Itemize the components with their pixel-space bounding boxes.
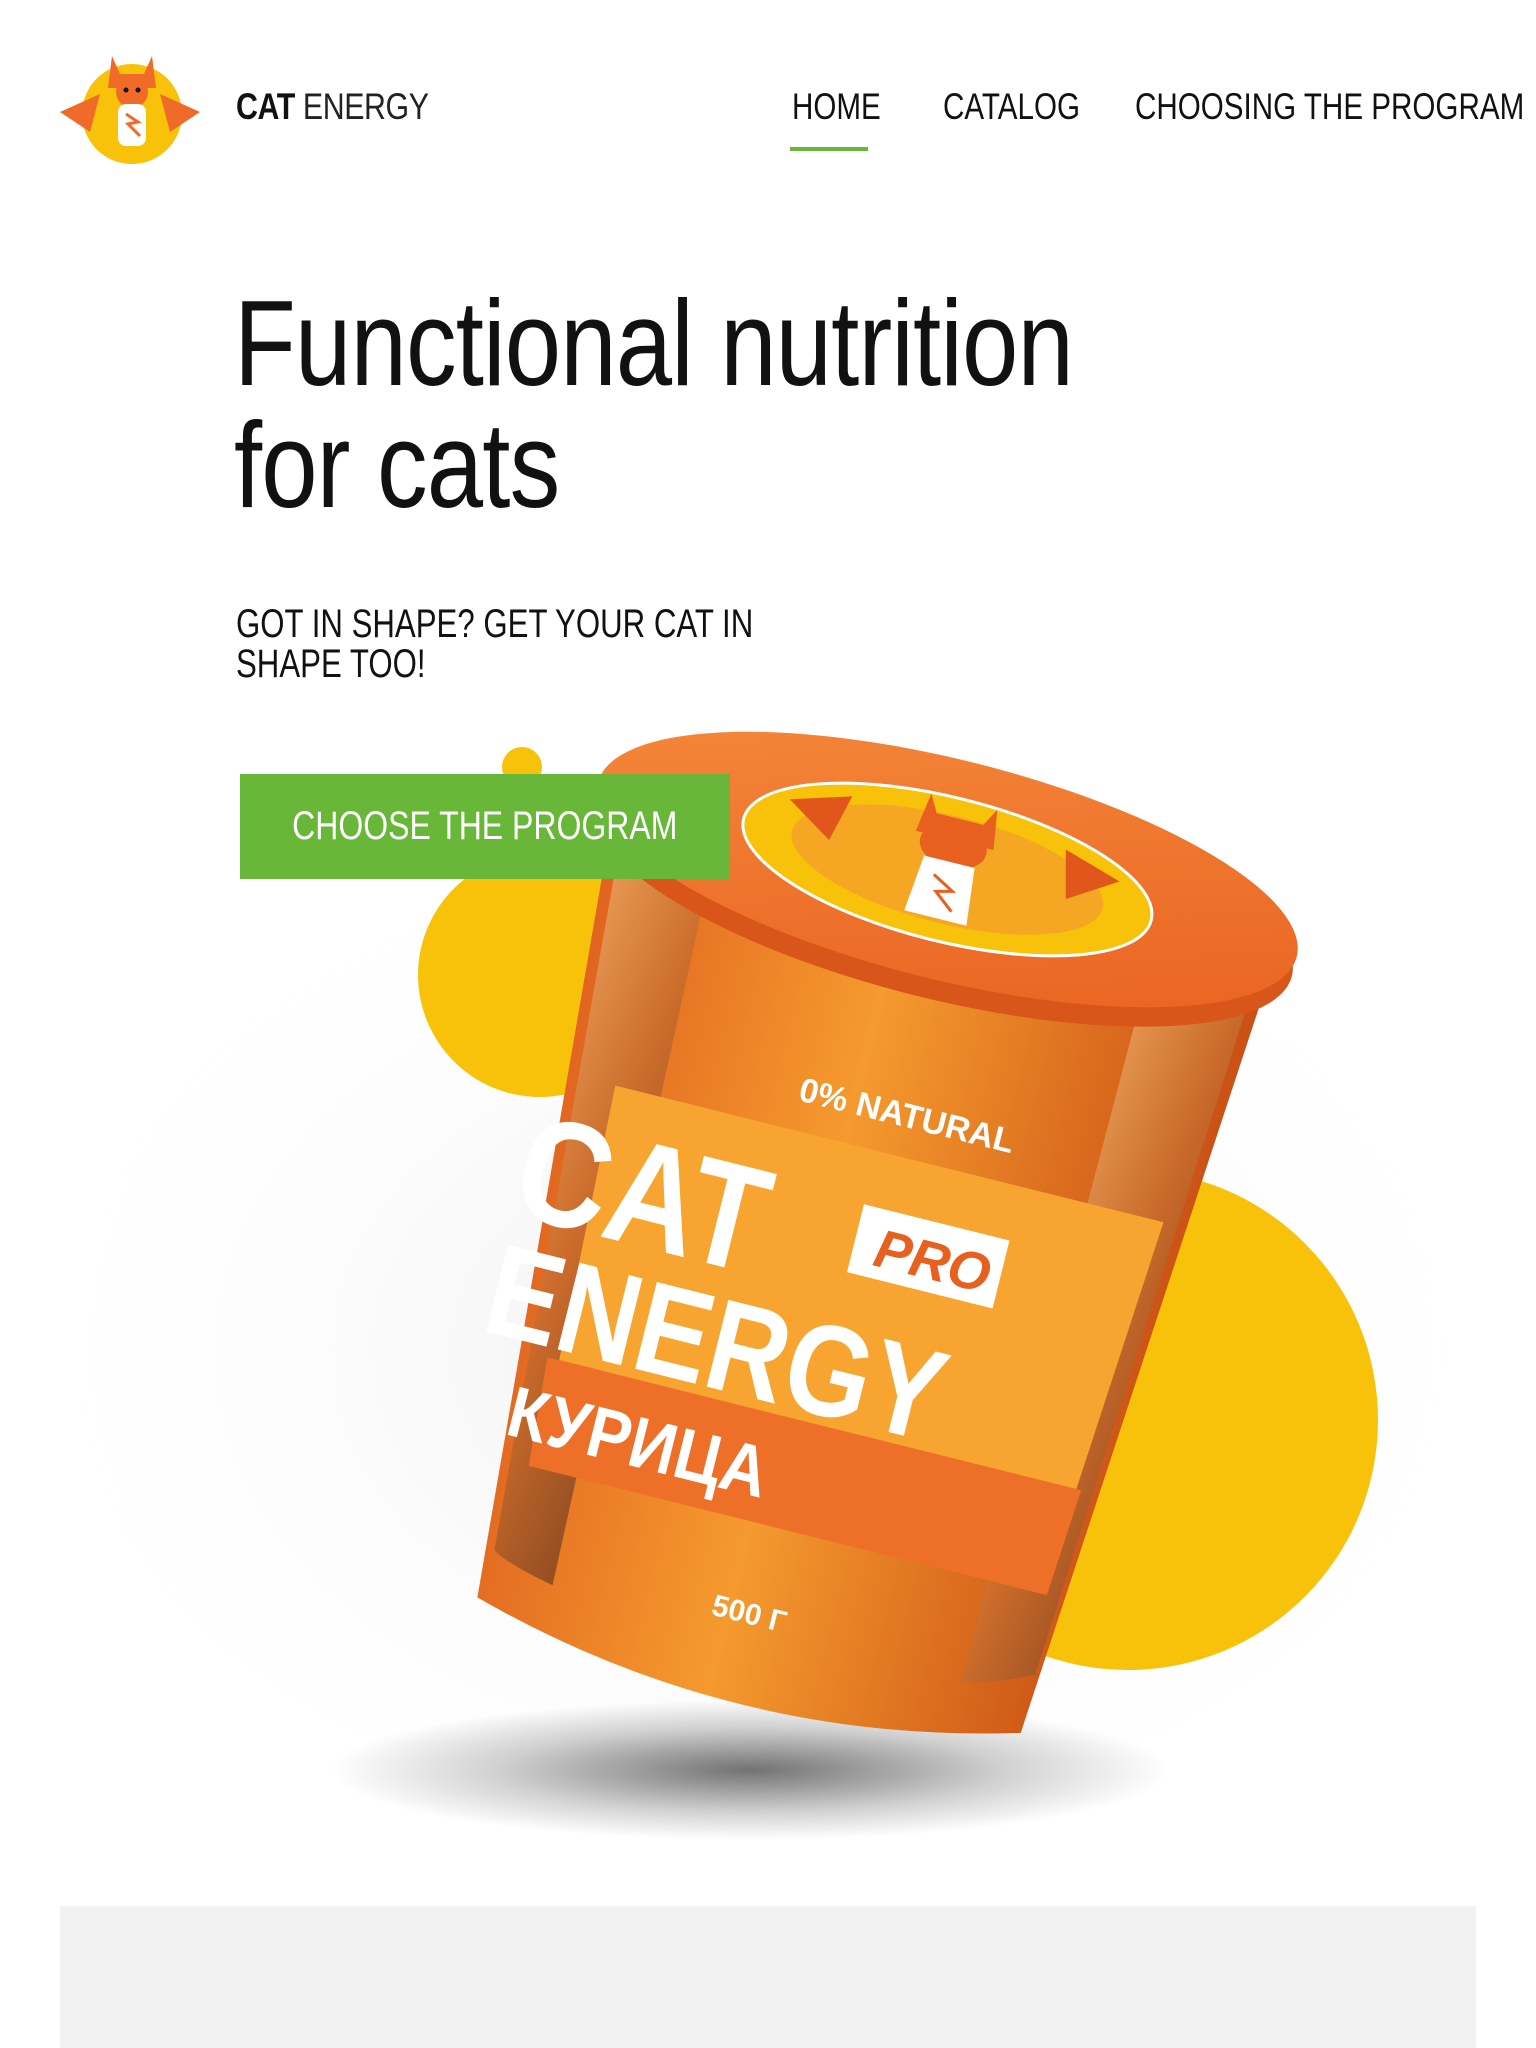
hero-title: Functional nutrition for cats — [234, 282, 1074, 526]
nav-item-home[interactable]: HOME — [792, 86, 881, 128]
brand-name: CAT ENERGY — [236, 86, 429, 128]
product-shadow — [330, 1700, 1170, 1840]
cat-energy-logo-icon[interactable] — [60, 48, 200, 166]
nav-item-catalog[interactable]: CATALOG — [943, 86, 1080, 128]
product-illustration: 0% NATURAL CAT PRO ENERGY КУРИЦА 500 Г — [40, 731, 1480, 1840]
brand-name-bold: CAT — [236, 86, 295, 127]
nav-active-indicator — [790, 147, 868, 151]
choose-program-button[interactable]: CHOOSE THE PROGRAM — [240, 774, 730, 879]
hero-title-line1: Functional nutrition — [234, 275, 1074, 411]
choose-program-button-label: CHOOSE THE PROGRAM — [292, 804, 678, 848]
nav-item-choosing-program[interactable]: CHOOSING THE PROGRAM — [1135, 86, 1524, 128]
next-section-panel — [60, 1906, 1476, 2048]
hero-title-line2: for cats — [234, 397, 560, 533]
brand-name-light: ENERGY — [302, 86, 429, 127]
